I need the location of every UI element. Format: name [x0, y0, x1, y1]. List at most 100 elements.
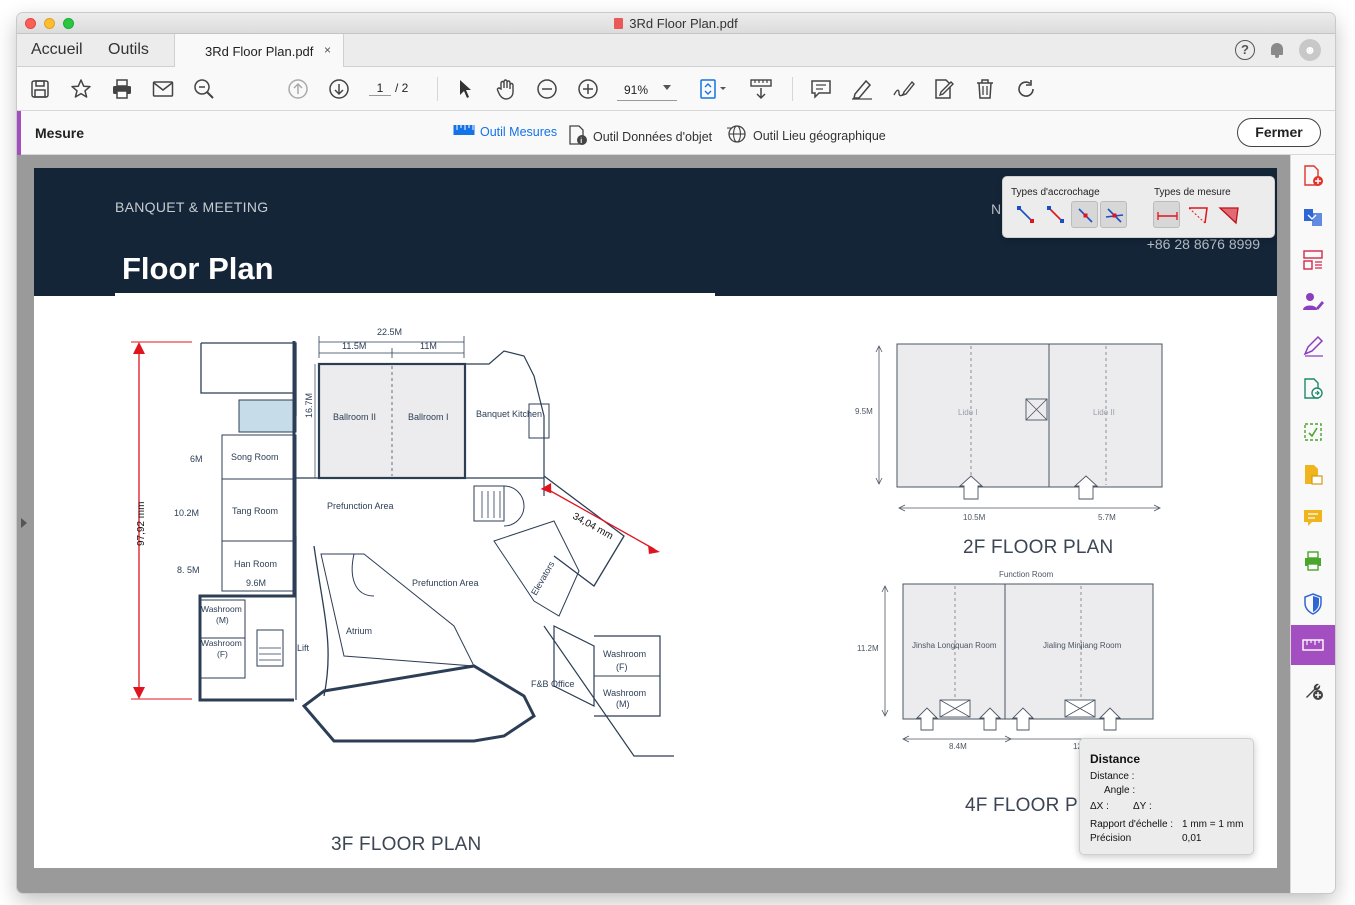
sign-icon[interactable] — [891, 77, 915, 101]
floor-plan-2f — [875, 343, 1163, 512]
banner-text-fragment: N — [991, 201, 1002, 217]
create-pdf-icon[interactable] — [1302, 165, 1324, 187]
washroom-m2-label: Washroom — [603, 688, 646, 698]
svg-text:i: i — [580, 138, 582, 145]
room-ballroom-2: Ballroom II — [333, 412, 376, 422]
highlight-pen-icon[interactable] — [850, 77, 874, 101]
close-tab-icon[interactable]: × — [324, 43, 331, 57]
zoom-level-value: 91% — [624, 83, 649, 97]
save-icon[interactable] — [30, 77, 50, 101]
dim-height-2f: 9.5M — [855, 407, 873, 416]
export-pdf-icon[interactable] — [1302, 206, 1324, 228]
geo-location-tool-button[interactable]: Outil Lieu géographique — [726, 124, 886, 147]
zoom-level-dropdown[interactable]: 91% — [617, 79, 677, 101]
measure-download-icon[interactable] — [750, 77, 772, 101]
dim-han: 8. 5M — [177, 565, 200, 575]
floor-plan-4f — [881, 583, 1154, 743]
close-measure-button[interactable]: Fermer — [1237, 118, 1321, 147]
main-toolbar: 1 / 2 91% — [17, 67, 1335, 111]
area-elevators: Elevators — [529, 559, 557, 597]
dim-left-3f: 11.5M — [342, 341, 366, 351]
ruler-icon — [1302, 639, 1324, 651]
edit-document-icon[interactable] — [932, 77, 956, 101]
print-production-icon[interactable] — [1302, 550, 1324, 572]
delta-x-label: ΔX : — [1090, 801, 1109, 812]
protect-shield-icon[interactable] — [1302, 593, 1324, 615]
user-avatar-icon[interactable]: ☻ — [1299, 39, 1321, 61]
email-icon[interactable] — [152, 77, 174, 101]
banner-subtitle: BANQUET & MEETING — [115, 199, 269, 215]
title-bar: 3Rd Floor Plan.pdf — [17, 13, 1335, 34]
snap-to-midpoint-icon[interactable] — [1071, 201, 1098, 228]
rotate-icon[interactable] — [1015, 77, 1037, 101]
optimize-pdf-icon[interactable] — [1302, 421, 1324, 443]
customize-tools-icon[interactable] — [1302, 679, 1324, 701]
snap-to-endpoint-icon[interactable] — [1042, 201, 1069, 228]
compare-files-icon[interactable] — [1302, 378, 1324, 400]
object-data-tool-label: Outil Données d'objet — [593, 129, 713, 144]
comment-tool-icon[interactable] — [1302, 507, 1324, 529]
dim-song: 6M — [190, 454, 203, 464]
tab-document-label: 3Rd Floor Plan.pdf — [205, 44, 314, 59]
comment-icon[interactable] — [810, 77, 832, 101]
delta-y-label: ΔY : — [1133, 801, 1152, 812]
pdf-file-icon — [614, 18, 624, 29]
page-fit-icon[interactable] — [699, 77, 729, 101]
dim-han-width: 9.6M — [246, 578, 266, 588]
zoom-out-icon[interactable] — [536, 77, 558, 101]
measure-tool-active[interactable] — [1291, 625, 1335, 665]
notifications-bell-icon[interactable] — [1269, 42, 1285, 59]
toolbar-separator — [792, 77, 793, 101]
precision-label: Précision — [1090, 833, 1132, 844]
area-measure-icon[interactable] — [1216, 201, 1243, 228]
room-jialing-minjiang: Jialing Minjiang Room — [1043, 641, 1122, 650]
zoom-in-icon[interactable] — [577, 77, 599, 101]
hand-tool-icon[interactable] — [495, 77, 517, 101]
ruler-icon — [453, 124, 475, 139]
app-window: 3Rd Floor Plan.pdf Accueil Outils 3Rd Fl… — [17, 13, 1335, 893]
dim-right-2f: 5.7M — [1098, 513, 1116, 522]
send-for-comments-icon[interactable] — [1302, 464, 1324, 486]
page-number-input[interactable]: 1 — [369, 81, 391, 96]
previous-page-icon[interactable] — [287, 77, 309, 101]
area-lift: Lift — [297, 643, 310, 653]
washroom-f2-sub: (F) — [616, 662, 628, 672]
tab-home[interactable]: Accueil — [31, 41, 83, 59]
snap-types-title: Types d'accrochage — [1011, 187, 1100, 198]
measure-toolbar: Mesure Outil Mesures i Outil Données d'o… — [17, 111, 1335, 155]
toolbar-separator — [437, 77, 438, 101]
search-zoom-icon[interactable] — [193, 77, 215, 101]
banner-phone: +86 28 8676 8999 — [1146, 236, 1260, 252]
snap-to-path-icon[interactable] — [1012, 201, 1039, 228]
bookmark-star-icon[interactable] — [70, 77, 92, 101]
dim-total-3f: 22.5M — [377, 327, 402, 337]
measure-title: Mesure — [35, 125, 85, 141]
distance-measure-icon[interactable] — [1153, 201, 1180, 228]
perimeter-measure-icon[interactable] — [1185, 201, 1212, 228]
measure-tool-button[interactable]: Outil Mesures — [453, 124, 557, 139]
scale-ratio-value: 1 mm = 1 mm — [1182, 819, 1244, 830]
request-signatures-icon[interactable] — [1302, 291, 1324, 313]
object-data-tool-button[interactable]: i Outil Données d'objet — [568, 124, 712, 149]
dim-left-4f: 8.4M — [949, 742, 967, 751]
plan-3f-title: 3F FLOOR PLAN — [331, 834, 482, 855]
print-icon[interactable] — [111, 77, 133, 101]
delete-trash-icon[interactable] — [975, 77, 995, 101]
4f-function-room-header: Function Room — [999, 570, 1054, 579]
select-cursor-icon[interactable] — [457, 77, 473, 101]
tab-document[interactable]: 3Rd Floor Plan.pdf × — [174, 34, 344, 67]
measure-types-title: Types de mesure — [1154, 187, 1231, 198]
measurement-vertical-label: 97,92 mm — [136, 502, 147, 546]
fill-sign-icon[interactable] — [1302, 335, 1324, 357]
plan-2f-title: 2F FLOOR PLAN — [963, 537, 1114, 558]
next-page-icon[interactable] — [328, 77, 350, 101]
tab-tools[interactable]: Outils — [108, 41, 149, 59]
expand-left-panel-icon[interactable] — [21, 518, 27, 528]
object-data-icon: i — [568, 124, 588, 149]
organize-pages-icon[interactable] — [1302, 249, 1324, 271]
help-icon[interactable]: ? — [1235, 40, 1255, 60]
distance-panel-title: Distance — [1090, 752, 1141, 766]
room-banquet-kitchen: Banquet Kitchen — [476, 409, 542, 419]
measurement-diagonal-label: 34,04 mm — [571, 511, 615, 542]
snap-to-intersection-icon[interactable] — [1100, 201, 1127, 228]
